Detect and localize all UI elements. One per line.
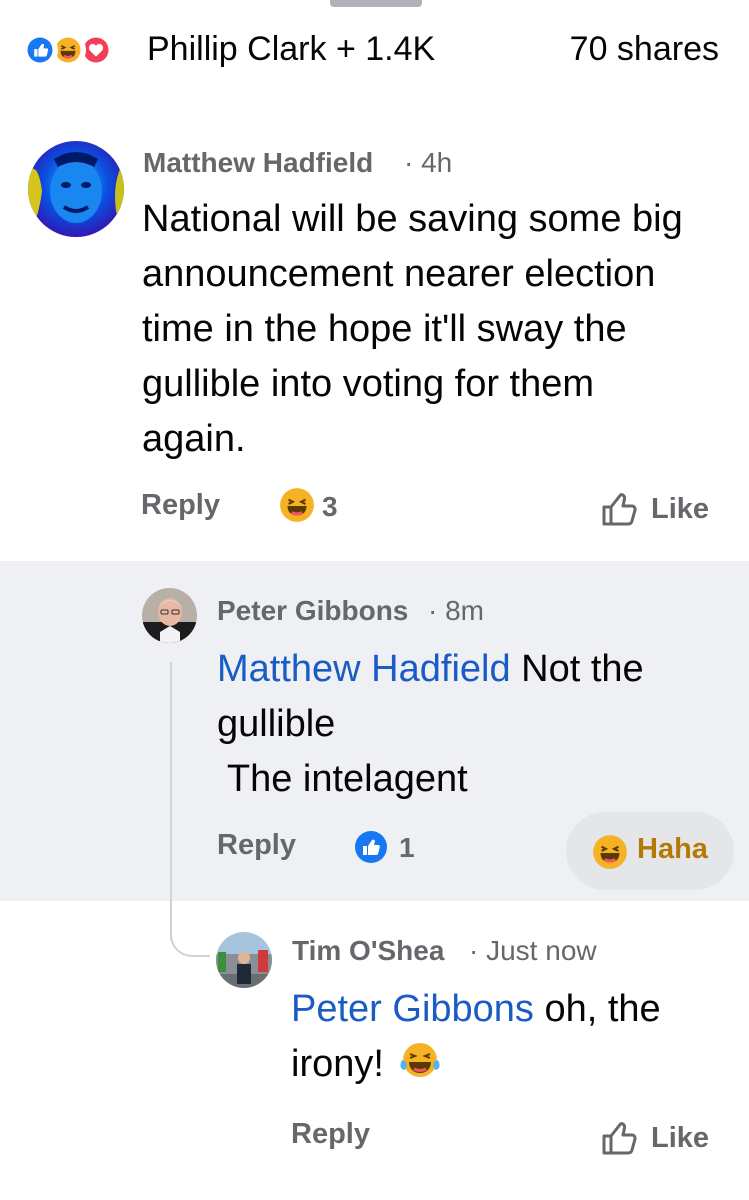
- reaction-icons: [22, 32, 140, 68]
- reaction-count[interactable]: 3: [322, 491, 338, 523]
- laugh-tears-emoji: [400, 1043, 441, 1077]
- like-button[interactable]: Like: [651, 1122, 709, 1155]
- avatar[interactable]: [28, 141, 124, 237]
- like-button[interactable]: Like: [651, 493, 709, 526]
- comment-timestamp[interactable]: · 4h: [404, 147, 452, 179]
- mention-link[interactable]: Peter Gibbons: [291, 988, 534, 1030]
- like-outline-icon[interactable]: [600, 490, 640, 528]
- avatar-peter-gibbons: [142, 588, 197, 643]
- like-icon: [22, 32, 58, 68]
- like-icon[interactable]: [353, 829, 389, 865]
- sheet-drag-handle[interactable]: [330, 0, 422, 7]
- thread-connector: [170, 905, 210, 957]
- comment-author[interactable]: Peter Gibbons: [217, 595, 408, 627]
- avatar[interactable]: [216, 932, 272, 988]
- like-outline-icon[interactable]: [600, 1119, 640, 1157]
- comment-author[interactable]: Tim O'Shea: [292, 935, 444, 967]
- haha-button[interactable]: Haha: [637, 833, 708, 866]
- haha-icon[interactable]: [278, 486, 316, 524]
- comment-text: Peter Gibbons oh, the irony!: [291, 988, 661, 1085]
- comment-timestamp[interactable]: · 8m: [428, 595, 484, 627]
- comment-text: Matthew Hadfield Not the gullible The in…: [217, 648, 644, 800]
- comment-text: National will be saving some big announc…: [142, 198, 683, 460]
- avatar-matthew-hadfield: [28, 141, 124, 237]
- avatar-tim-oshea: [216, 932, 272, 988]
- thread-line: [170, 662, 172, 940]
- reply-button[interactable]: Reply: [217, 829, 296, 862]
- reactors-summary-text[interactable]: Phillip Clark + 1.4K: [147, 30, 435, 69]
- haha-icon: [593, 835, 627, 869]
- reply-button[interactable]: Reply: [141, 489, 220, 522]
- reaction-count[interactable]: 1: [399, 832, 415, 864]
- reply-button[interactable]: Reply: [291, 1118, 370, 1151]
- comment-timestamp[interactable]: · Just now: [469, 935, 597, 967]
- shares-count[interactable]: 70 shares: [570, 30, 719, 69]
- comment-author[interactable]: Matthew Hadfield: [143, 147, 373, 179]
- avatar[interactable]: [142, 588, 197, 643]
- mention-link[interactable]: Matthew Hadfield: [217, 648, 511, 690]
- reactions-summary[interactable]: Phillip Clark + 1.4K 70 shares: [0, 26, 749, 76]
